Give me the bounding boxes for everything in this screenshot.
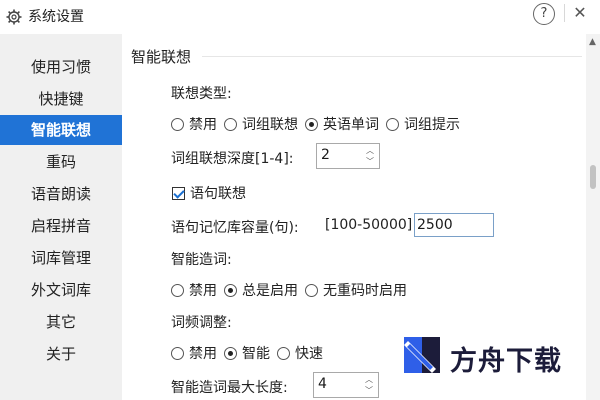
sentence-assoc-label: 语句联想 — [190, 186, 246, 202]
section-title: 智能联想 — [131, 48, 192, 66]
smart-word-label: 智能造词: — [171, 252, 232, 268]
freq-adjust-option-smart[interactable]: 智能 — [224, 343, 270, 363]
sidebar: 使用习惯 快捷键 智能联想 重码 语音朗读 启程拼音 词库管理 外文词库 其它 … — [0, 34, 122, 400]
titlebar-divider — [564, 4, 565, 22]
sidebar-item-shortcuts[interactable]: 快捷键 — [0, 84, 122, 114]
phrase-depth-stepper[interactable]: 2 ︿ ﹀ — [316, 143, 380, 169]
gear-icon — [6, 9, 22, 25]
radio-button[interactable] — [224, 117, 237, 131]
close-button[interactable]: ✕ — [570, 4, 590, 22]
max-length-label: 智能造词最大长度: — [171, 380, 288, 396]
watermark-logo: 方舟下载 — [402, 335, 592, 377]
chevron-down-icon[interactable]: ﹀ — [365, 157, 375, 167]
assoc-type-option-english[interactable]: 英语单词 — [305, 114, 379, 134]
chevron-up-icon[interactable]: ︿ — [364, 375, 374, 385]
sidebar-item-about[interactable]: 关于 — [0, 339, 122, 369]
radio-button-selected[interactable] — [224, 283, 237, 297]
smart-word-option-disabled[interactable]: 禁用 — [171, 280, 217, 300]
sidebar-item-dictionary-management[interactable]: 词库管理 — [0, 243, 122, 273]
radio-button[interactable] — [171, 346, 184, 360]
help-button[interactable]: ? — [533, 3, 555, 25]
sidebar-item-foreign-dictionary[interactable]: 外文词库 — [0, 275, 122, 305]
window-title: 系统设置 — [28, 9, 84, 25]
radio-button[interactable] — [277, 346, 290, 360]
radio-button[interactable] — [171, 117, 184, 131]
sentence-assoc-row[interactable]: 语句联想 — [172, 183, 246, 203]
sidebar-item-voice-reading[interactable]: 语音朗读 — [0, 179, 122, 209]
assoc-type-option-phrase-hint[interactable]: 词组提示 — [386, 114, 460, 134]
assoc-type-option-disabled[interactable]: 禁用 — [171, 114, 217, 134]
radio-button[interactable] — [171, 283, 184, 297]
smart-word-radio-group: 禁用 总是启用 无重码时启用 — [171, 280, 414, 300]
radio-button-selected[interactable] — [224, 346, 237, 360]
radio-button[interactable] — [386, 117, 399, 131]
title-bar: 系统设置 ? ✕ — [0, 0, 600, 34]
chevron-up-icon[interactable]: ︿ — [365, 146, 375, 156]
sidebar-item-smart-association[interactable]: 智能联想 — [0, 115, 122, 145]
smart-word-option-no-duplicates[interactable]: 无重码时启用 — [305, 280, 407, 300]
sidebar-item-other[interactable]: 其它 — [0, 307, 122, 337]
freq-adjust-radio-group: 禁用 智能 快速 — [171, 343, 330, 363]
freq-adjust-label: 词频调整: — [171, 315, 232, 331]
assoc-type-radio-group: 禁用 词组联想 英语单词 词组提示 — [171, 114, 467, 134]
sentence-memory-input[interactable]: 2500 — [414, 213, 494, 237]
sidebar-item-duplicate-codes[interactable]: 重码 — [0, 147, 122, 177]
assoc-type-option-phrase[interactable]: 词组联想 — [224, 114, 298, 134]
max-length-value[interactable]: 4 — [318, 376, 327, 392]
watermark-logo-icon — [404, 337, 440, 373]
radio-button-selected[interactable] — [305, 117, 318, 131]
freq-adjust-option-disabled[interactable]: 禁用 — [171, 343, 217, 363]
sentence-memory-range: [100-50000] — [325, 217, 413, 233]
scroll-thumb[interactable] — [590, 165, 596, 189]
assoc-type-label: 联想类型: — [171, 86, 232, 102]
sentence-assoc-checkbox[interactable] — [172, 186, 185, 200]
chevron-down-icon[interactable]: ﹀ — [364, 386, 374, 396]
smart-word-option-always[interactable]: 总是启用 — [224, 280, 298, 300]
section-divider — [202, 56, 582, 57]
watermark-text: 方舟下载 — [450, 346, 562, 377]
sidebar-item-usage-habits[interactable]: 使用习惯 — [0, 52, 122, 82]
freq-adjust-option-fast[interactable]: 快速 — [277, 343, 323, 363]
sidebar-item-qicheng-pinyin[interactable]: 启程拼音 — [0, 211, 122, 241]
phrase-depth-label: 词组联想深度[1-4]: — [171, 151, 294, 167]
phrase-depth-value[interactable]: 2 — [321, 147, 330, 163]
radio-button[interactable] — [305, 283, 318, 297]
sentence-memory-label: 语句记忆库容量(句): — [171, 220, 299, 236]
max-length-stepper[interactable]: 4 ︿ ﹀ — [313, 372, 379, 398]
triangle-up-icon[interactable]: ▲ — [589, 37, 596, 47]
